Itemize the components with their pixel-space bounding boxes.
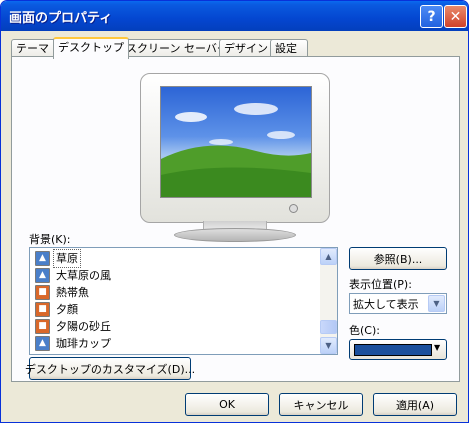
power-led-icon — [289, 204, 298, 213]
chevron-up-icon: ▲ — [325, 252, 332, 261]
chevron-down-icon: ▼ — [434, 343, 441, 352]
desktop-tab-panel: 背景(K): ▲ 草原 ▲ 大草原の風 ■ 熱帯魚 ■ 夕顔 ■ 夕陽の砂丘 ▲… — [11, 56, 460, 382]
list-item[interactable]: ■ 熱帯魚 — [32, 284, 317, 301]
chevron-down-icon: ▼ — [325, 341, 332, 350]
monitor-bezel — [140, 73, 330, 223]
list-item[interactable]: ■ 夕陽の砂丘 — [32, 318, 317, 335]
wallpaper-photo-icon: ■ — [35, 319, 50, 334]
wallpaper-image-icon: ▲ — [35, 336, 50, 351]
list-item[interactable]: ▲ 珈琲カップ — [32, 335, 317, 352]
list-item[interactable]: ▲ 草原 — [32, 249, 317, 268]
position-label: 表示位置(P): — [349, 278, 412, 291]
tab-appearance[interactable]: デザイン — [219, 39, 277, 57]
color-swatch — [354, 344, 432, 356]
apply-button[interactable]: 適用(A) — [373, 393, 457, 416]
scroll-up-button[interactable]: ▲ — [320, 248, 337, 265]
position-dropdown-button[interactable]: ▼ — [428, 295, 445, 312]
browse-button[interactable]: 参照(B)... — [349, 247, 447, 270]
cancel-button[interactable]: キャンセル — [279, 393, 363, 416]
display-properties-dialog: 画面のプロパティ ? ✕ テーマ デスクトップ スクリーン セーバー デザイン … — [0, 0, 469, 423]
wallpaper-image-icon: ▲ — [35, 268, 50, 283]
scroll-thumb[interactable] — [320, 320, 337, 334]
color-picker-button[interactable]: ▼ — [349, 339, 447, 360]
list-scrollbar[interactable]: ▲ ▼ — [320, 248, 337, 354]
ok-button[interactable]: OK — [185, 393, 269, 416]
help-icon: ? — [427, 8, 436, 25]
customize-desktop-button[interactable]: デスクトップのカスタマイズ(D)... — [25, 357, 195, 380]
wallpaper-photo-icon: ■ — [35, 302, 50, 317]
background-label: 背景(K): — [29, 233, 71, 246]
title-bar[interactable]: 画面のプロパティ ? ✕ — [1, 1, 468, 31]
bliss-wallpaper-image — [161, 103, 311, 197]
wallpaper-preview — [160, 86, 312, 198]
close-button[interactable]: ✕ — [444, 5, 467, 28]
tab-desktop[interactable]: デスクトップ — [53, 37, 129, 59]
scroll-down-button[interactable]: ▼ — [320, 337, 337, 354]
list-item[interactable]: ■ 夕顔 — [32, 301, 317, 318]
monitor-base — [174, 228, 296, 242]
tab-settings[interactable]: 設定 — [270, 39, 308, 57]
position-select[interactable]: 拡大して表示 ▼ — [349, 293, 447, 314]
close-icon: ✕ — [449, 8, 462, 25]
list-item[interactable]: ▲ 大草原の風 — [32, 267, 317, 284]
wallpaper-image-icon: ▲ — [35, 251, 50, 266]
help-button[interactable]: ? — [420, 5, 443, 28]
color-label: 色(C): — [349, 324, 380, 337]
monitor-preview — [140, 73, 330, 243]
window-title: 画面のプロパティ — [9, 11, 113, 26]
tab-screen-saver[interactable]: スクリーン セーバー — [121, 39, 228, 57]
background-list[interactable]: ▲ 草原 ▲ 大草原の風 ■ 熱帯魚 ■ 夕顔 ■ 夕陽の砂丘 ▲ 珈琲カップ — [29, 247, 338, 355]
tab-themes[interactable]: テーマ — [11, 39, 57, 57]
wallpaper-photo-icon: ■ — [35, 285, 50, 300]
chevron-down-icon: ▼ — [433, 299, 440, 308]
position-value: 拡大して表示 — [353, 298, 419, 311]
